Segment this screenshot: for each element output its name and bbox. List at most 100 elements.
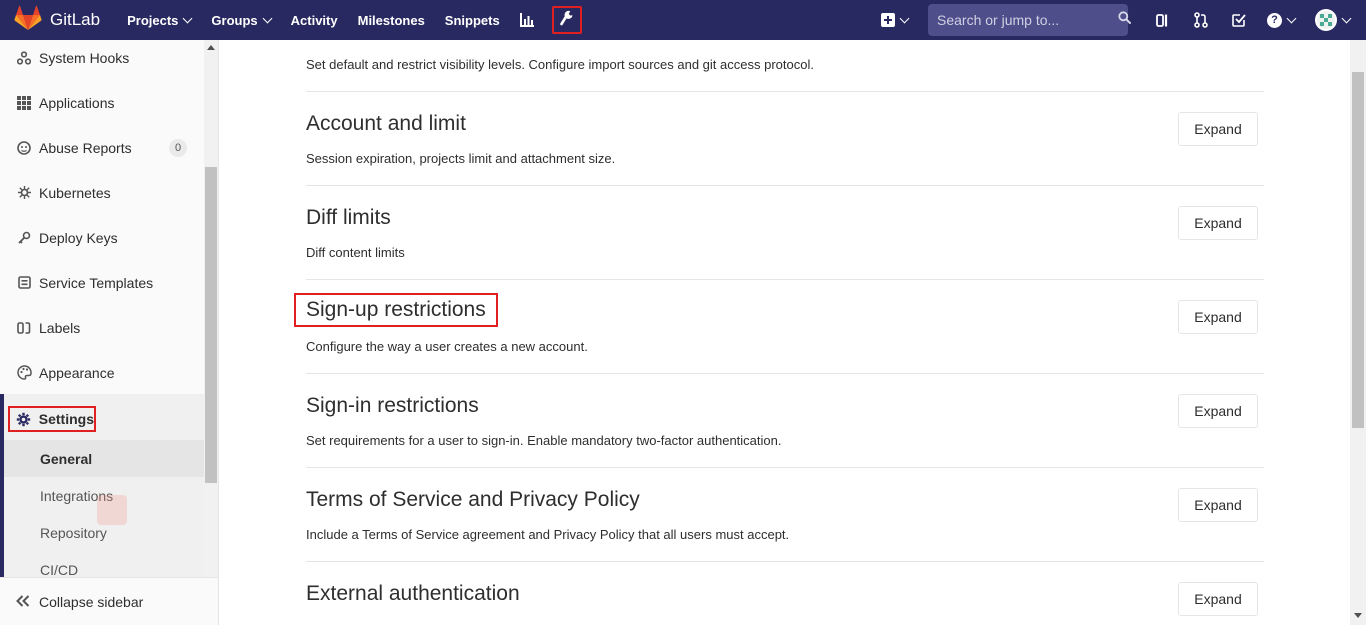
chart-icon[interactable] (520, 13, 536, 27)
settings-section-terms-of-service: Terms of Service and Privacy Policy Incl… (306, 467, 1264, 562)
sidebar-item-label: Kubernetes (39, 184, 111, 201)
sidebar-item-settings[interactable]: Settings (8, 406, 96, 432)
chevron-down-icon (182, 13, 193, 23)
sidebar-item-label: System Hooks (39, 49, 130, 66)
sidebar-item-label: Labels (39, 319, 81, 336)
search-icon[interactable] (1118, 11, 1131, 29)
settings-section-visibility: Set default and restrict visibility leve… (306, 40, 1264, 92)
kubernetes-icon (16, 185, 32, 201)
user-menu[interactable] (1304, 0, 1360, 40)
section-title: Sign-up restrictions (294, 293, 498, 327)
double-chevron-left-icon (16, 594, 30, 610)
sidebar-scrollbar-thumb[interactable] (205, 167, 217, 483)
settings-section-account-and-limit: Account and limit Session expiration, pr… (306, 91, 1264, 186)
new-dropdown-button[interactable] (878, 13, 910, 27)
todo-check-icon[interactable] (1220, 0, 1258, 40)
expand-button[interactable]: Expand (1178, 300, 1258, 334)
nav-links: Projects Groups Activity Milestones Snip… (127, 6, 582, 34)
nav-groups-label: Groups (211, 12, 258, 28)
brand[interactable]: GitLab (14, 5, 100, 36)
scroll-down-arrow-icon[interactable] (1354, 613, 1362, 618)
settings-main-content: Set default and restrict visibility leve… (219, 40, 1350, 625)
chevron-down-icon (262, 13, 273, 23)
section-title: Account and limit (306, 112, 466, 135)
sidebar-item-settings-label: Settings (38, 411, 94, 427)
section-description: Configure the way a user creates a new a… (306, 339, 588, 354)
template-icon (16, 275, 32, 291)
page-scrollbar-thumb[interactable] (1352, 72, 1364, 428)
expand-button[interactable]: Expand (1178, 206, 1258, 240)
sidebar-toggle-icon[interactable] (1144, 0, 1182, 40)
labels-icon (16, 320, 32, 336)
sidebar-subitem-general[interactable]: General (4, 440, 204, 477)
expand-button[interactable]: Expand (1178, 112, 1258, 146)
nav-groups[interactable]: Groups (211, 12, 273, 28)
sidebar-subitem-label: General (40, 450, 93, 467)
sidebar-item-labels[interactable]: Labels (0, 305, 204, 350)
nav-snippets-label: Snippets (444, 12, 500, 28)
grid-icon (16, 95, 32, 111)
nav-activity-label: Activity (290, 12, 338, 28)
nav-right: ? (878, 0, 1366, 40)
chevron-down-icon (1341, 13, 1351, 23)
section-title: External authentication (306, 582, 520, 605)
section-title: Sign-in restrictions (306, 394, 479, 417)
palette-icon (16, 365, 32, 381)
search-input[interactable] (937, 12, 1118, 28)
sidebar-subitem-repository[interactable]: Repository (4, 514, 204, 551)
hook-icon (16, 50, 32, 66)
section-description: Session expiration, projects limit and a… (306, 151, 616, 166)
gear-icon (16, 411, 32, 427)
top-navbar: GitLab Projects Groups Activity Mileston… (0, 0, 1366, 40)
sidebar-item-label: Abuse Reports (39, 139, 132, 156)
key-icon (16, 230, 32, 246)
sidebar-item-service-templates[interactable]: Service Templates (0, 260, 204, 305)
expand-button[interactable]: Expand (1178, 582, 1258, 616)
sidebar-item-label: Service Templates (39, 274, 154, 291)
section-description: Set default and restrict visibility leve… (306, 57, 814, 72)
plus-square-icon (880, 13, 895, 27)
sidebar-item-abuse-reports[interactable]: Abuse Reports 0 (0, 125, 204, 170)
expand-button[interactable]: Expand (1178, 394, 1258, 428)
sidebar-item-label: Deploy Keys (39, 229, 118, 246)
chevron-down-icon (1286, 13, 1297, 23)
nav-projects[interactable]: Projects (127, 12, 193, 28)
help-icon: ? (1267, 12, 1282, 28)
abuse-reports-count-badge: 0 (169, 139, 187, 157)
nav-milestones[interactable]: Milestones (358, 13, 425, 28)
gitlab-logo-icon (14, 5, 42, 36)
sidebar-subitem-label: Repository (40, 524, 107, 541)
sidebar-item-applications[interactable]: Applications (0, 80, 204, 125)
search-box[interactable] (928, 4, 1131, 36)
collapse-sidebar-button[interactable]: Collapse sidebar (0, 577, 218, 625)
brand-name: GitLab (50, 10, 101, 29)
sidebar-item-deploy-keys[interactable]: Deploy Keys (0, 215, 204, 260)
settings-section-sign-up-restrictions: Sign-up restrictions Configure the way a… (294, 279, 1264, 374)
user-avatar (1314, 9, 1337, 31)
chevron-down-icon (899, 13, 909, 23)
section-description: Set requirements for a user to sign-in. … (306, 433, 782, 448)
settings-section-diff-limits: Diff limits Diff content limits Expand (306, 185, 1264, 280)
admin-area-wrench-button[interactable] (551, 6, 582, 34)
section-title: Diff limits (306, 206, 391, 229)
nav-projects-label: Projects (127, 12, 179, 28)
section-title: Terms of Service and Privacy Policy (306, 488, 640, 511)
expand-button[interactable]: Expand (1178, 488, 1258, 522)
nav-snippets[interactable]: Snippets (445, 13, 500, 28)
settings-section-sign-in-restrictions: Sign-in restrictions Set requirements fo… (306, 373, 1264, 468)
sidebar-item-appearance[interactable]: Appearance (0, 350, 204, 395)
sidebar-item-kubernetes[interactable]: Kubernetes (0, 170, 204, 215)
settings-section-external-authentication: External authentication Expand (306, 561, 1264, 625)
merge-request-icon[interactable] (1182, 0, 1220, 40)
nav-milestones-label: Milestones (357, 12, 425, 28)
nav-activity[interactable]: Activity (291, 13, 338, 28)
section-description: Include a Terms of Service agreement and… (306, 527, 790, 542)
scroll-up-arrow-icon[interactable] (207, 45, 215, 50)
admin-sidebar: System Hooks Applications Abuse Reports … (0, 40, 219, 625)
sidebar-item-label: Applications (39, 94, 115, 111)
face-icon (16, 140, 32, 156)
help-dropdown[interactable]: ? (1258, 0, 1304, 40)
sidebar-item-system-hooks[interactable]: System Hooks (0, 40, 204, 80)
sidebar-subitem-label: CI/CD (40, 561, 79, 578)
wrench-icon (559, 10, 574, 31)
